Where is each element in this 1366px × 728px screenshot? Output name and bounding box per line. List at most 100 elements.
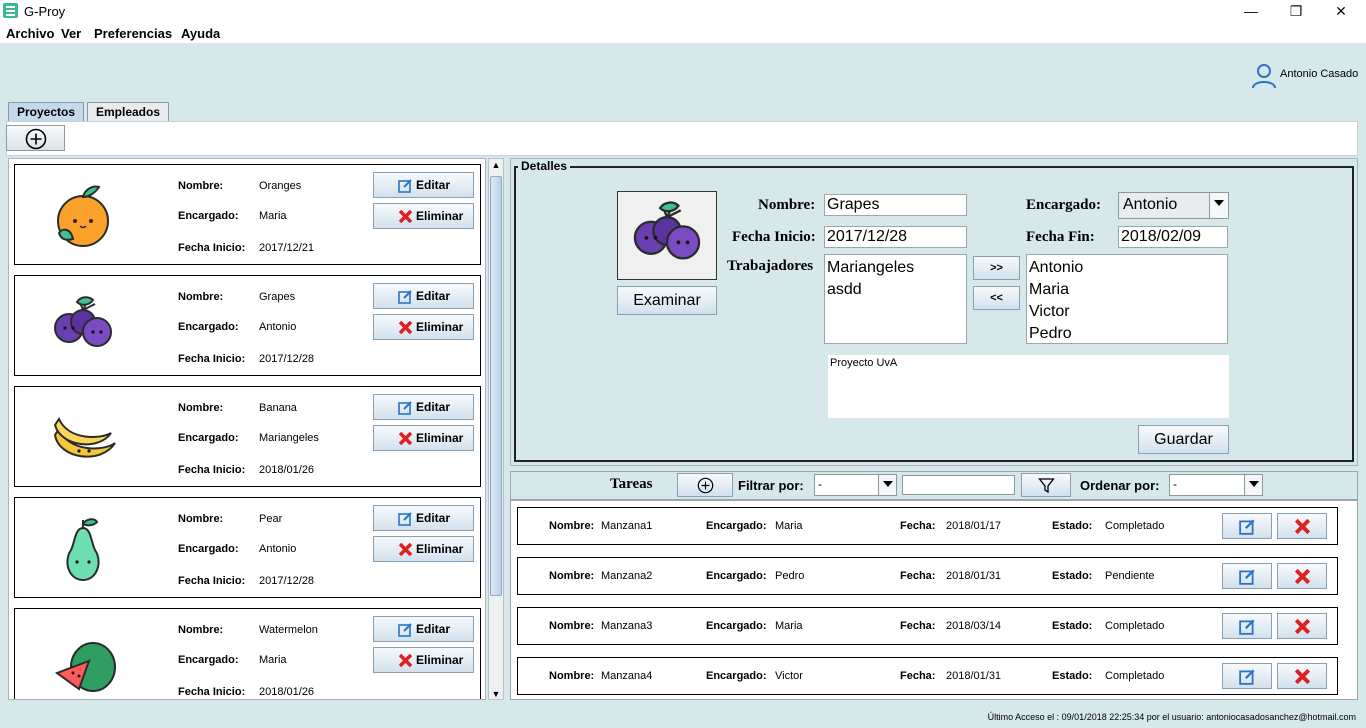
edit-task-button[interactable] — [1222, 663, 1272, 689]
eliminar-button[interactable]: Eliminar — [373, 203, 474, 229]
project-encargado: Mariangeles — [259, 432, 319, 444]
nombre-label: Nombre: — [178, 291, 224, 303]
add-project-button[interactable] — [6, 125, 65, 151]
editar-button[interactable]: Editar — [373, 283, 474, 309]
list-item[interactable]: Pedro — [1029, 323, 1225, 345]
scroll-thumb[interactable] — [490, 176, 502, 596]
add-worker-button[interactable]: >> — [973, 256, 1020, 280]
list-item[interactable]: Antonio — [1029, 257, 1225, 279]
eliminar-button[interactable]: Eliminar — [373, 647, 474, 673]
chevron-down-icon[interactable] — [878, 475, 896, 495]
project-nombre: Banana — [259, 402, 297, 414]
close-button[interactable]: ✕ — [1318, 0, 1364, 22]
maximize-button[interactable]: ❐ — [1273, 0, 1319, 22]
filtrar-value: - — [818, 477, 822, 491]
task-row[interactable]: Nombre: Manzana3 Encargado: Maria Fecha:… — [517, 607, 1338, 645]
scroll-down-arrow-icon[interactable]: ▼ — [490, 688, 502, 700]
scroll-up-arrow-icon[interactable]: ▲ — [490, 159, 502, 171]
list-item[interactable]: Mariangeles — [827, 257, 964, 279]
edit-task-button[interactable] — [1222, 563, 1272, 589]
filtrar-select[interactable]: - — [814, 474, 897, 496]
chevron-down-icon[interactable] — [1244, 475, 1262, 495]
chevron-down-icon[interactable] — [1209, 193, 1228, 218]
minimize-button[interactable]: — — [1228, 0, 1274, 22]
list-item[interactable]: asdd — [827, 279, 964, 301]
delete-task-button[interactable] — [1277, 663, 1327, 689]
fecha-inicio-label: Fecha Inicio: — [178, 464, 246, 476]
examinar-button[interactable]: Examinar — [617, 286, 717, 315]
encargado-select[interactable]: Antonio — [1118, 192, 1229, 219]
task-nombre-label: Nombre: — [549, 570, 595, 582]
remove-worker-button[interactable]: << — [973, 286, 1020, 310]
editar-button[interactable]: Editar — [373, 172, 474, 198]
nombre-field[interactable]: Grapes — [824, 194, 967, 216]
task-encargado: Pedro — [775, 570, 805, 582]
fecha-inicio-label: Fecha Inicio: — [178, 575, 246, 587]
edit-task-button[interactable] — [1222, 613, 1272, 639]
menu-bar: Archivo Ver Preferencias Ayuda — [0, 22, 1366, 44]
task-nombre: Manzana2 — [601, 570, 653, 582]
project-fecha-inicio: 2017/12/28 — [259, 353, 315, 365]
menu-ver[interactable]: Ver — [61, 26, 81, 41]
encargado-label: Encargado: — [178, 543, 239, 555]
eliminar-button[interactable]: Eliminar — [373, 425, 474, 451]
task-row[interactable]: Nombre: Manzana4 Encargado: Victor Fecha… — [517, 657, 1338, 695]
menu-ayuda[interactable]: Ayuda — [181, 26, 220, 41]
task-nombre: Manzana3 — [601, 620, 653, 632]
filter-button[interactable] — [1021, 473, 1071, 497]
editar-button[interactable]: Editar — [373, 394, 474, 420]
add-task-button[interactable] — [677, 473, 733, 497]
fecha-inicio-field[interactable]: 2017/12/28 — [824, 226, 967, 248]
list-item[interactable]: Maria — [1029, 279, 1225, 301]
grapes-icon — [54, 296, 112, 347]
task-list: Nombre: Manzana1 Encargado: Maria Fecha:… — [510, 500, 1358, 700]
editar-label: Editar — [416, 622, 451, 636]
delete-task-button[interactable] — [1277, 563, 1327, 589]
tab-empleados[interactable]: Empleados — [87, 102, 170, 121]
edit-icon — [1239, 569, 1255, 585]
edit-task-button[interactable] — [1222, 513, 1272, 539]
orange-icon — [57, 185, 109, 247]
tab-proyectos[interactable]: Proyectos — [8, 102, 85, 121]
guardar-button[interactable]: Guardar — [1138, 425, 1229, 454]
disponibles-list[interactable]: Antonio Maria Victor Pedro — [1026, 254, 1228, 344]
project-nombre: Pear — [259, 513, 283, 525]
trabajadores-list[interactable]: Mariangeles asdd — [824, 254, 967, 344]
list-item[interactable]: Victor — [1029, 301, 1225, 323]
editar-label: Editar — [416, 289, 451, 303]
fecha-inicio-label: Fecha Inicio: — [178, 353, 246, 365]
editar-button[interactable]: Editar — [373, 505, 474, 531]
menu-archivo[interactable]: Archivo — [6, 26, 54, 41]
project-encargado: Maria — [259, 210, 287, 222]
eliminar-button[interactable]: Eliminar — [373, 314, 474, 340]
task-encargado: Victor — [775, 670, 803, 682]
task-fecha-label: Fecha: — [900, 570, 936, 582]
plus-circle-icon — [25, 128, 47, 150]
filter-input[interactable] — [902, 475, 1015, 495]
edit-icon — [398, 623, 412, 637]
task-nombre-label: Nombre: — [549, 620, 595, 632]
editar-button[interactable]: Editar — [373, 616, 474, 642]
task-row[interactable]: Nombre: Manzana1 Encargado: Maria Fecha:… — [517, 507, 1338, 545]
project-fecha-inicio: 2018/01/26 — [259, 464, 315, 476]
project-image — [617, 191, 717, 280]
encargado-value: Antonio — [1123, 196, 1178, 213]
project-card[interactable]: Nombre: Banana Encargado: Mariangeles Fe… — [14, 386, 481, 487]
ordenar-select[interactable]: - — [1169, 474, 1263, 496]
fecha-fin-field[interactable]: 2018/02/09 — [1118, 226, 1228, 248]
delete-task-button[interactable] — [1277, 513, 1327, 539]
menu-preferencias[interactable]: Preferencias — [94, 26, 172, 41]
eliminar-button[interactable]: Eliminar — [373, 536, 474, 562]
nombre-label: Nombre: — [178, 180, 224, 192]
project-card[interactable]: Nombre: Pear Encargado: Antonio Fecha In… — [14, 497, 481, 598]
project-card[interactable]: Nombre: Grapes Encargado: Antonio Fecha … — [14, 275, 481, 376]
delete-task-button[interactable] — [1277, 613, 1327, 639]
project-card[interactable]: Nombre: Watermelon Encargado: Maria Fech… — [14, 608, 481, 699]
project-nombre: Grapes — [259, 291, 296, 303]
task-estado: Completado — [1105, 670, 1165, 682]
task-fecha: 2018/01/31 — [946, 570, 1002, 582]
project-card[interactable]: Nombre: Oranges Encargado: Maria Fecha I… — [14, 164, 481, 265]
task-row[interactable]: Nombre: Manzana2 Encargado: Pedro Fecha:… — [517, 557, 1338, 595]
project-encargado: Antonio — [259, 543, 297, 555]
description-textarea[interactable]: Proyecto UvA — [828, 355, 1229, 418]
